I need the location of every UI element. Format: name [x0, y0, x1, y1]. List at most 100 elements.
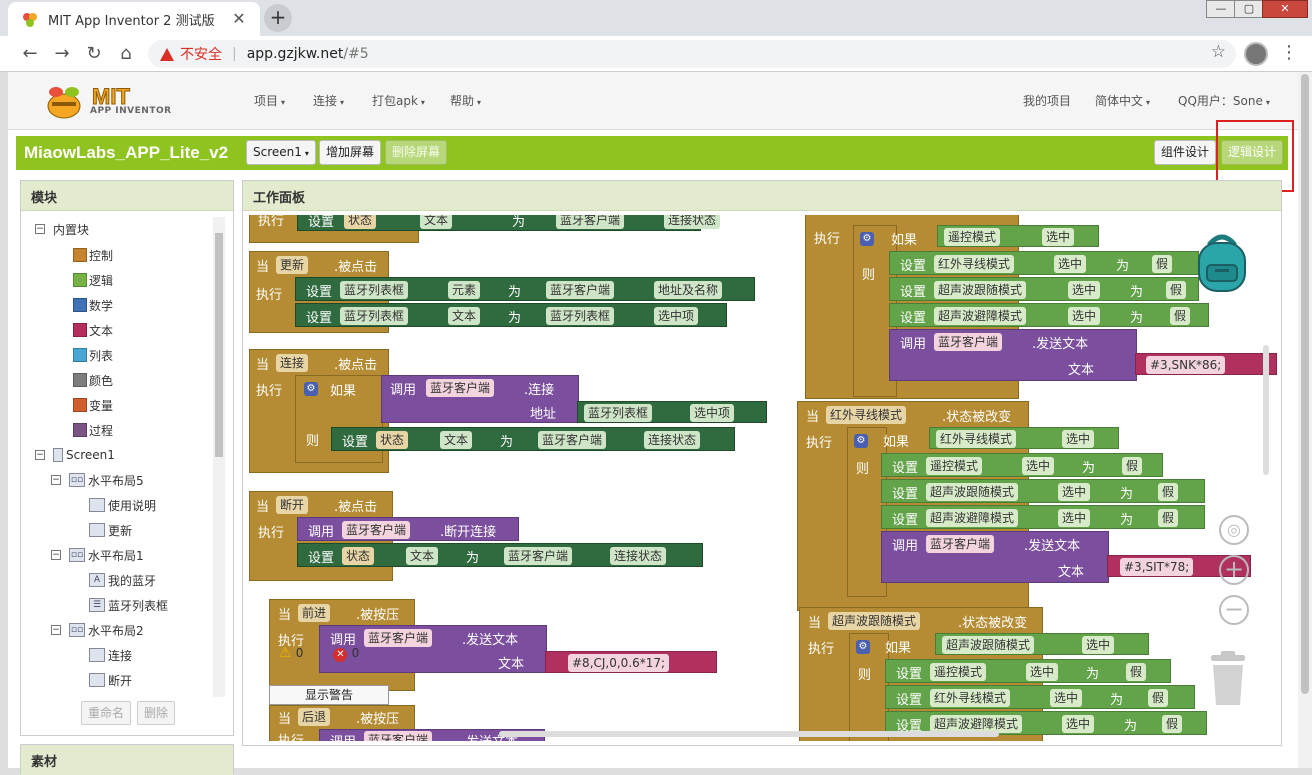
language-menu[interactable]: 简体中文 ▾: [1095, 92, 1150, 109]
call-bt-connect-block[interactable]: 调用 蓝牙客户端 .连接 地址: [381, 375, 579, 423]
tree-my-bluetooth[interactable]: A 我的蓝牙: [89, 570, 156, 590]
set-listpicker-text-block[interactable]: 设置 蓝牙列表框 文本 为 蓝牙列表框 选中项: [295, 303, 727, 327]
set-status-text-block-2[interactable]: 设置 状态 文本 为 蓝牙客户端 连接状态: [297, 543, 703, 567]
set-status-text-block[interactable]: 设置 状态 文本 为 蓝牙客户端 连接状态: [331, 427, 735, 451]
tree-builtin-procedures[interactable]: 过程: [73, 420, 113, 440]
backpack-icon[interactable]: [1193, 231, 1251, 293]
tree-hlayout5[interactable]: − ▫▫ 水平布局5: [51, 470, 144, 490]
home-icon[interactable]: ⌂: [114, 42, 138, 66]
zoom-in-button[interactable]: +: [1219, 555, 1249, 585]
set-listpicker-elements-block[interactable]: 设置 蓝牙列表框 元素 为 蓝牙客户端 地址及名称: [295, 277, 755, 301]
tree-builtin-colors[interactable]: 颜色: [73, 370, 113, 390]
new-tab-button[interactable]: +: [264, 4, 292, 32]
window-close-button[interactable]: ✕: [1262, 0, 1308, 18]
maximize-button[interactable]: ▢: [1234, 0, 1264, 18]
zoom-out-button[interactable]: −: [1219, 595, 1249, 625]
tree-disconnect[interactable]: 断开: [89, 670, 132, 690]
bookmark-star-icon[interactable]: ☆: [1211, 42, 1226, 62]
forward-icon[interactable]: →: [50, 42, 74, 66]
show-warnings-button[interactable]: 显示警告: [269, 685, 389, 705]
call-bt-send-text-remote[interactable]: 调用 蓝牙客户端 .发送文本 文本: [889, 329, 1137, 381]
workspace-vertical-scrollbar[interactable]: [1263, 345, 1269, 475]
listpicker-selection-getter[interactable]: 蓝牙列表框 选中项: [577, 401, 767, 423]
menu-build-apk[interactable]: 打包apk ▾: [372, 92, 425, 109]
reload-icon[interactable]: ↻: [82, 42, 106, 66]
tree-scrollbar[interactable]: [213, 217, 225, 697]
call-bt-disconnect-block[interactable]: 调用 蓝牙客户端 .断开连接: [297, 517, 519, 541]
tree-instructions[interactable]: 使用说明: [89, 495, 156, 515]
warnings-indicator: ⚠ 0 ✕ 0: [279, 645, 359, 662]
browser-tab-bar: MIT App Inventor 2 测试版 ✕ + — ▢ ✕: [0, 0, 1312, 36]
set-remote-mode-block-2[interactable]: 设置 遥控模式 选中 为 假: [885, 659, 1171, 683]
menu-connect[interactable]: 连接 ▾: [313, 92, 344, 109]
user-menu[interactable]: QQ用户：Sone ▾: [1178, 92, 1270, 109]
designer-button[interactable]: 组件设计: [1154, 140, 1217, 165]
text-literal-remote[interactable]: #3,SNK*86;: [1135, 353, 1277, 375]
page-scrollbar[interactable]: [1298, 72, 1312, 768]
blocks-canvas[interactable]: 执行 设置 状态 文本 为 蓝牙客户端 连接状态 当 更新 .被点击 执行 设置…: [249, 215, 1277, 741]
browser-menu-icon[interactable]: ⋮: [1280, 42, 1298, 63]
recenter-icon[interactable]: ◎: [1219, 515, 1249, 545]
menu-help[interactable]: 帮助 ▾: [450, 92, 481, 109]
tab-close-icon[interactable]: ✕: [230, 10, 248, 28]
call-bt-send-text-ir[interactable]: 调用 蓝牙客户端 .发送文本 文本: [881, 531, 1109, 583]
trash-icon[interactable]: [1207, 651, 1249, 707]
set-ir-mode-block-2[interactable]: 设置 红外寻线模式 选中 为 假: [885, 685, 1195, 709]
remote-mode-selected-getter[interactable]: 遥控模式 选中: [937, 225, 1099, 247]
set-ir-mode-block[interactable]: 设置 红外寻线模式 选中 为 假: [889, 251, 1199, 275]
minimize-button[interactable]: —: [1206, 0, 1236, 18]
tree-builtin-math[interactable]: 数学: [73, 295, 113, 315]
tree-builtin-text[interactable]: 文本: [73, 320, 113, 340]
tree-builtin[interactable]: − 内置块: [35, 219, 89, 239]
tree-connect[interactable]: 连接: [89, 645, 132, 665]
tab-title: MIT App Inventor 2 测试版: [48, 13, 215, 29]
profile-avatar[interactable]: [1244, 42, 1268, 66]
tree-hlayout2[interactable]: − ▫▫ 水平布局2: [51, 620, 144, 640]
url-input[interactable]: 不安全 | app.gzjkw.net /#5: [148, 40, 1236, 68]
materials-panel: 素材: [20, 744, 234, 775]
tree-update[interactable]: 更新: [89, 520, 132, 540]
collapse-icon[interactable]: −: [51, 625, 61, 635]
mit-logo[interactable]: MIT APP INVENTOR: [44, 80, 174, 122]
text-literal-forward[interactable]: #8,CJ,0,0.6*17;: [545, 651, 717, 673]
gear-icon[interactable]: ⚙: [856, 640, 870, 654]
insecure-label[interactable]: 不安全: [180, 44, 222, 64]
tree-builtin-variables[interactable]: 变量: [73, 395, 113, 415]
tree-hlayout1[interactable]: − ▫▫ 水平布局1: [51, 545, 144, 565]
gear-icon[interactable]: ⚙: [860, 232, 874, 246]
set-us-follow-mode-block[interactable]: 设置 超声波跟随模式 选中 为 假: [889, 277, 1199, 301]
rename-button[interactable]: 重命名: [81, 701, 132, 725]
remove-screen-button[interactable]: 删除屏幕: [385, 140, 448, 165]
tree-builtin-logic[interactable]: 逻辑: [73, 270, 113, 290]
delete-button[interactable]: 删除: [137, 701, 176, 725]
browser-tab[interactable]: MIT App Inventor 2 测试版 ✕: [8, 2, 260, 36]
logo-sub-text: APP INVENTOR: [90, 106, 172, 116]
if-block-us-follow[interactable]: ⚙ 则: [849, 633, 889, 741]
ir-mode-selected-getter[interactable]: 红外寻线模式 选中: [929, 427, 1119, 449]
gear-icon[interactable]: ⚙: [304, 382, 318, 396]
tree-builtin-control[interactable]: 控制: [73, 245, 113, 265]
set-us-avoid-mode-block[interactable]: 设置 超声波避障模式 选中 为 假: [889, 303, 1209, 327]
page-scroll-thumb[interactable]: [1301, 74, 1309, 694]
collapse-icon[interactable]: −: [35, 450, 45, 460]
us-follow-selected-getter[interactable]: 超声波跟随模式 选中: [935, 633, 1149, 655]
add-screen-button[interactable]: 增加屏幕: [319, 140, 382, 165]
collapse-icon[interactable]: −: [51, 475, 61, 485]
workspace-horizontal-scrollbar[interactable]: [499, 731, 999, 737]
set-remote-mode-block[interactable]: 设置 遥控模式 选中 为 假: [881, 453, 1163, 477]
set-us-follow-mode-block-2[interactable]: 设置 超声波跟随模式 选中 为 假: [881, 479, 1205, 503]
collapse-icon[interactable]: −: [35, 224, 45, 234]
tree-screen1[interactable]: − Screen1: [35, 445, 115, 465]
tree-scroll-thumb[interactable]: [215, 233, 223, 457]
menu-project[interactable]: 项目 ▾: [254, 92, 285, 109]
gear-icon[interactable]: ⚙: [854, 434, 868, 448]
workspace-title: 工作面板: [243, 181, 1281, 211]
collapse-icon[interactable]: −: [51, 550, 61, 560]
set-us-avoid-mode-block-2[interactable]: 设置 超声波避障模式 选中 为 假: [881, 505, 1205, 529]
tree-builtin-lists[interactable]: 列表: [73, 345, 113, 365]
my-projects-link[interactable]: 我的项目: [1023, 92, 1071, 109]
back-icon[interactable]: ←: [18, 42, 42, 66]
tree-bt-listpicker[interactable]: ☰ 蓝牙列表框: [89, 595, 168, 615]
screen-select[interactable]: Screen1 ▾: [246, 140, 316, 165]
set-block-partial[interactable]: 设置 状态 文本 为 蓝牙客户端 连接状态: [297, 215, 721, 231]
